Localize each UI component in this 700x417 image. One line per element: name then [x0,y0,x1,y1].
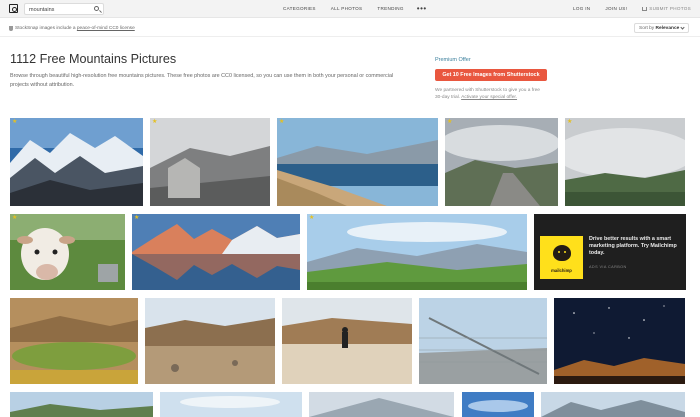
star-icon: ★ [279,119,285,125]
photo-mountain-road[interactable]: ★ [445,118,558,206]
photo-image [132,214,300,290]
chevron-down-icon [680,25,685,30]
mailchimp-ad[interactable]: mailchimp Drive better results with a sm… [534,214,686,290]
mailchimp-logo: mailchimp [540,236,583,279]
photo-cow[interactable]: ★ [10,214,125,290]
photo-image [462,392,534,417]
sort-value: Relevance [655,26,680,31]
photo-image [307,214,527,290]
star-icon: ★ [309,215,315,221]
page-description: Browse through beautiful high-resolution… [10,73,394,88]
photo-snowy-peaks[interactable]: ★ [10,118,143,206]
search-box[interactable] [24,3,104,15]
page-title: 1112 Free Mountains Pictures [10,52,177,66]
star-icon: ★ [567,119,573,125]
offer-activate-link[interactable]: Activate your special offer. [461,95,517,100]
license-text: StockSnap images include a peace-of-mind… [15,26,135,31]
shutterstock-offer-button[interactable]: Get 10 Free Images from Shutterstock [435,69,547,81]
top-navbar: CATEGORIES ALL PHOTOS TRENDING ••• LOG I… [0,0,700,18]
sort-select[interactable]: Sort by Relevance [634,23,689,33]
photo-image [309,392,454,417]
photo-image [10,298,138,384]
license-link[interactable]: peace-of-mind CC0 license [77,26,135,31]
nav-all-photos[interactable]: ALL PHOTOS [331,6,363,11]
premium-offer-label: Premium Offer [435,57,471,63]
photo-night-sky[interactable] [554,298,685,384]
star-icon: ★ [134,215,140,221]
photo-fence[interactable] [419,298,547,384]
submit-photos-label: SUBMIT PHOTOS [649,6,691,11]
license-bar: StockSnap images include a peace-of-mind… [0,19,700,37]
photo-rocky-plateau[interactable] [145,298,275,384]
license-prefix: StockSnap images include a [15,25,76,31]
join-link[interactable]: JOIN US! [605,6,627,11]
photo-hiker[interactable] [282,298,412,384]
offer-description: We partnered with Shutterstock to give y… [435,87,545,101]
photo-image [445,118,558,206]
photo-image [160,392,302,417]
star-icon: ★ [12,119,18,125]
photo-image [282,298,412,384]
search-input[interactable] [29,5,91,14]
photo-green-valley[interactable]: ★ [307,214,527,290]
photo-image [565,118,685,206]
ad-via-label[interactable]: ADS VIA CARBON [589,265,627,269]
submit-photos-link[interactable]: SUBMIT PHOTOS [642,6,691,11]
photo-row4-5[interactable] [541,392,685,417]
ad-text: Drive better results with a smart market… [589,236,677,256]
photo-image [150,118,270,206]
photo-image [277,118,438,206]
photo-image [541,392,685,417]
star-icon: ★ [152,119,158,125]
nav-categories[interactable]: CATEGORIES [283,6,316,11]
photo-image [554,298,685,384]
photo-row4-3[interactable] [309,392,454,417]
photo-lake-valley[interactable]: ★ [277,118,438,206]
nav-trending[interactable]: TRENDING [377,6,403,11]
photo-row4-2[interactable] [160,392,302,417]
photo-image [10,214,125,290]
photo-green-pond[interactable] [10,298,138,384]
photo-row4-4[interactable] [462,392,534,417]
account-nav: LOG IN JOIN US! SUBMIT PHOTOS [558,6,691,11]
photo-image [10,118,143,206]
star-icon: ★ [447,119,453,125]
photo-foggy-hills[interactable]: ★ [565,118,685,206]
upload-icon [642,7,648,11]
photo-image [145,298,275,384]
star-icon: ★ [12,215,18,221]
photo-image [10,392,153,417]
mailchimp-logo-text: mailchimp [551,268,572,273]
photo-stone-hut[interactable]: ★ [150,118,270,206]
login-link[interactable]: LOG IN [573,6,590,11]
photo-row4-1[interactable] [10,392,153,417]
shield-icon [9,26,13,31]
sort-prefix: Sort by [639,26,655,31]
photo-image [419,298,547,384]
stocksnap-logo-icon[interactable] [9,4,18,13]
search-icon[interactable] [94,6,99,11]
main-nav: CATEGORIES ALL PHOTOS TRENDING ••• [283,5,427,13]
mailchimp-icon [553,245,571,261]
more-menu-icon[interactable]: ••• [417,5,427,13]
photo-alpine-reflection[interactable]: ★ [132,214,300,290]
